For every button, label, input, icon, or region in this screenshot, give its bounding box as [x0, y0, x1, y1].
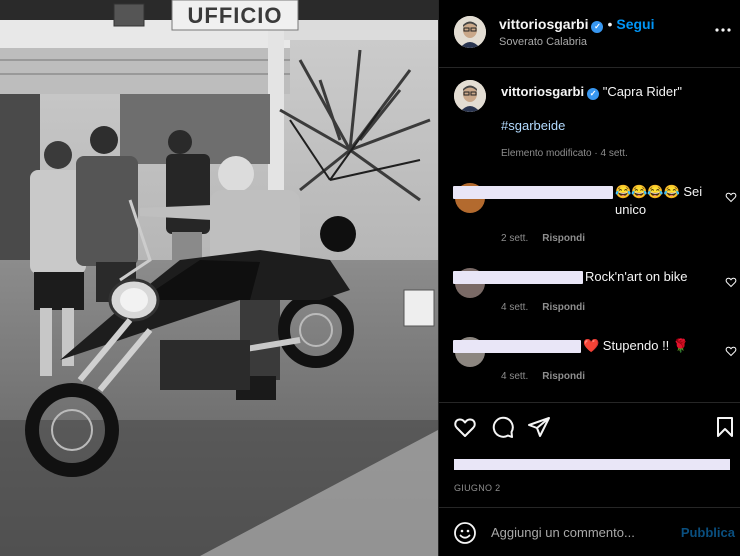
- comment-text: Rock'n'art on bike: [585, 269, 688, 284]
- post-location[interactable]: Soverato Calabria: [499, 36, 587, 48]
- emoji-smiley-icon[interactable]: [453, 521, 477, 545]
- post-header: vittoriosgarbi ✓ • Segui Soverato Calabria: [439, 0, 740, 68]
- motorcycle-photo: [0, 0, 438, 556]
- hashtag-link[interactable]: #sgarbeide: [501, 118, 565, 133]
- author-username[interactable]: vittoriosgarbi: [499, 16, 588, 32]
- caption-edited-meta: Elemento modificato · 4 sett.: [501, 148, 628, 159]
- comment-time: 4 sett.: [501, 371, 529, 382]
- comment-time: 4 sett.: [501, 302, 529, 313]
- save-bookmark-icon[interactable]: [713, 415, 737, 439]
- caption-line: vittoriosgarbi ✓ "Capra Rider": [501, 84, 682, 100]
- post-date[interactable]: GIUGNO 2: [454, 483, 500, 493]
- ufficio-sign: UFFICIO: [187, 3, 283, 28]
- share-plane-icon[interactable]: [527, 415, 551, 439]
- reply-button[interactable]: Rispondi: [542, 371, 585, 382]
- caption-username[interactable]: vittoriosgarbi: [501, 84, 584, 99]
- caption-author-avatar[interactable]: [454, 80, 486, 112]
- author-line: vittoriosgarbi ✓ • Segui: [499, 16, 655, 33]
- post-side-panel: vittoriosgarbi ✓ • Segui Soverato Calabria …: [438, 0, 740, 556]
- post-photo[interactable]: UFFICIO: [0, 0, 438, 556]
- separator-dot: •: [607, 16, 613, 32]
- comment-bubble-icon[interactable]: [491, 415, 515, 439]
- redacted-username: [453, 340, 581, 353]
- caption-text: "Capra Rider": [602, 84, 683, 99]
- redacted-likes-line: [454, 459, 730, 470]
- add-comment-bar: Pubblica: [439, 507, 740, 556]
- follow-button[interactable]: Segui: [616, 16, 654, 32]
- comment-time: 2 sett.: [501, 233, 529, 244]
- redacted-username: [453, 271, 583, 284]
- comment-meta: 4 sett. Rispondi: [501, 302, 599, 313]
- like-comment-heart-icon[interactable]: [725, 276, 737, 288]
- author-avatar[interactable]: [454, 16, 486, 48]
- reply-button[interactable]: Rispondi: [542, 233, 585, 244]
- publish-button[interactable]: Pubblica: [681, 525, 735, 540]
- avatar-image: [454, 16, 486, 48]
- comment-input[interactable]: [491, 522, 671, 542]
- comment-meta: 4 sett. Rispondi: [501, 371, 599, 382]
- avatar-image: [454, 80, 486, 112]
- comment-text: ❤️ Stupendo !! 🌹: [583, 338, 690, 353]
- post-actions-bar: [439, 402, 740, 450]
- verified-badge-icon: ✓: [591, 21, 604, 33]
- reply-button[interactable]: Rispondi: [542, 302, 585, 313]
- like-comment-heart-icon[interactable]: [725, 345, 737, 357]
- comment-text: 😂😂😂😂 Sei unico: [615, 184, 703, 217]
- comment-meta: 2 sett. Rispondi: [501, 233, 599, 244]
- verified-badge-icon: ✓: [587, 88, 600, 100]
- like-heart-icon[interactable]: [453, 415, 477, 439]
- like-comment-heart-icon[interactable]: [725, 191, 737, 203]
- more-options-icon[interactable]: [714, 23, 732, 37]
- comment-text-line-1: 😂😂😂😂 Sei unico: [615, 183, 723, 219]
- redacted-username: [453, 186, 613, 199]
